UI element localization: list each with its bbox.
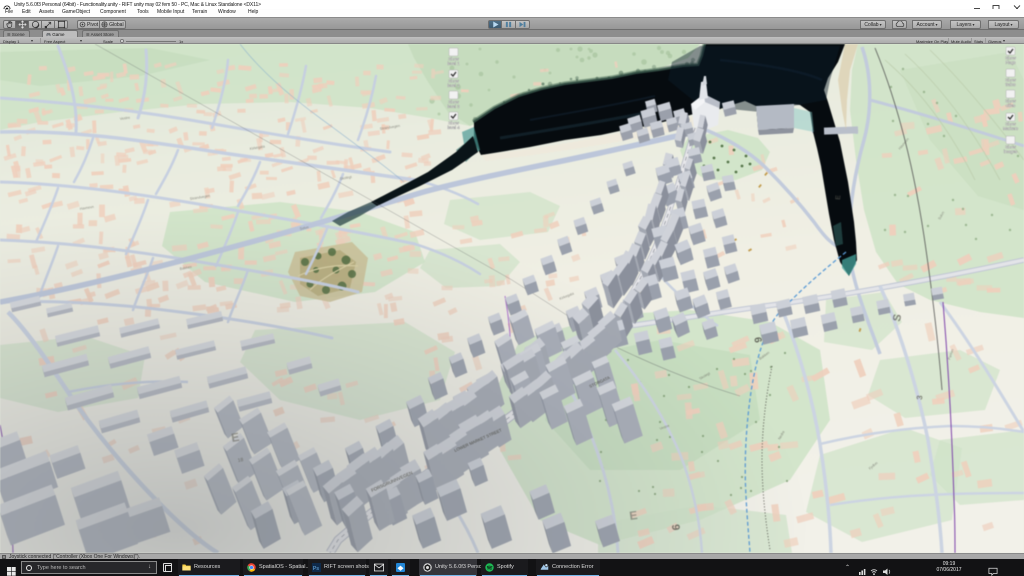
svg-text:Flags: Flags (1005, 60, 1015, 65)
svg-text:cities: cities (1006, 103, 1016, 108)
svg-text:level 1: level 1 (447, 61, 460, 66)
svg-text:Ps: Ps (313, 566, 320, 572)
svg-text:Markers: Markers (1003, 126, 1018, 131)
svg-text:level 3: level 3 (447, 104, 460, 109)
svg-text:6: 6 (671, 524, 683, 531)
svg-text:level 2: level 2 (447, 83, 460, 88)
svg-text:images: images (1004, 149, 1018, 154)
svg-text:trains: trains (1005, 82, 1015, 87)
svg-text:level 4: level 4 (447, 125, 460, 130)
